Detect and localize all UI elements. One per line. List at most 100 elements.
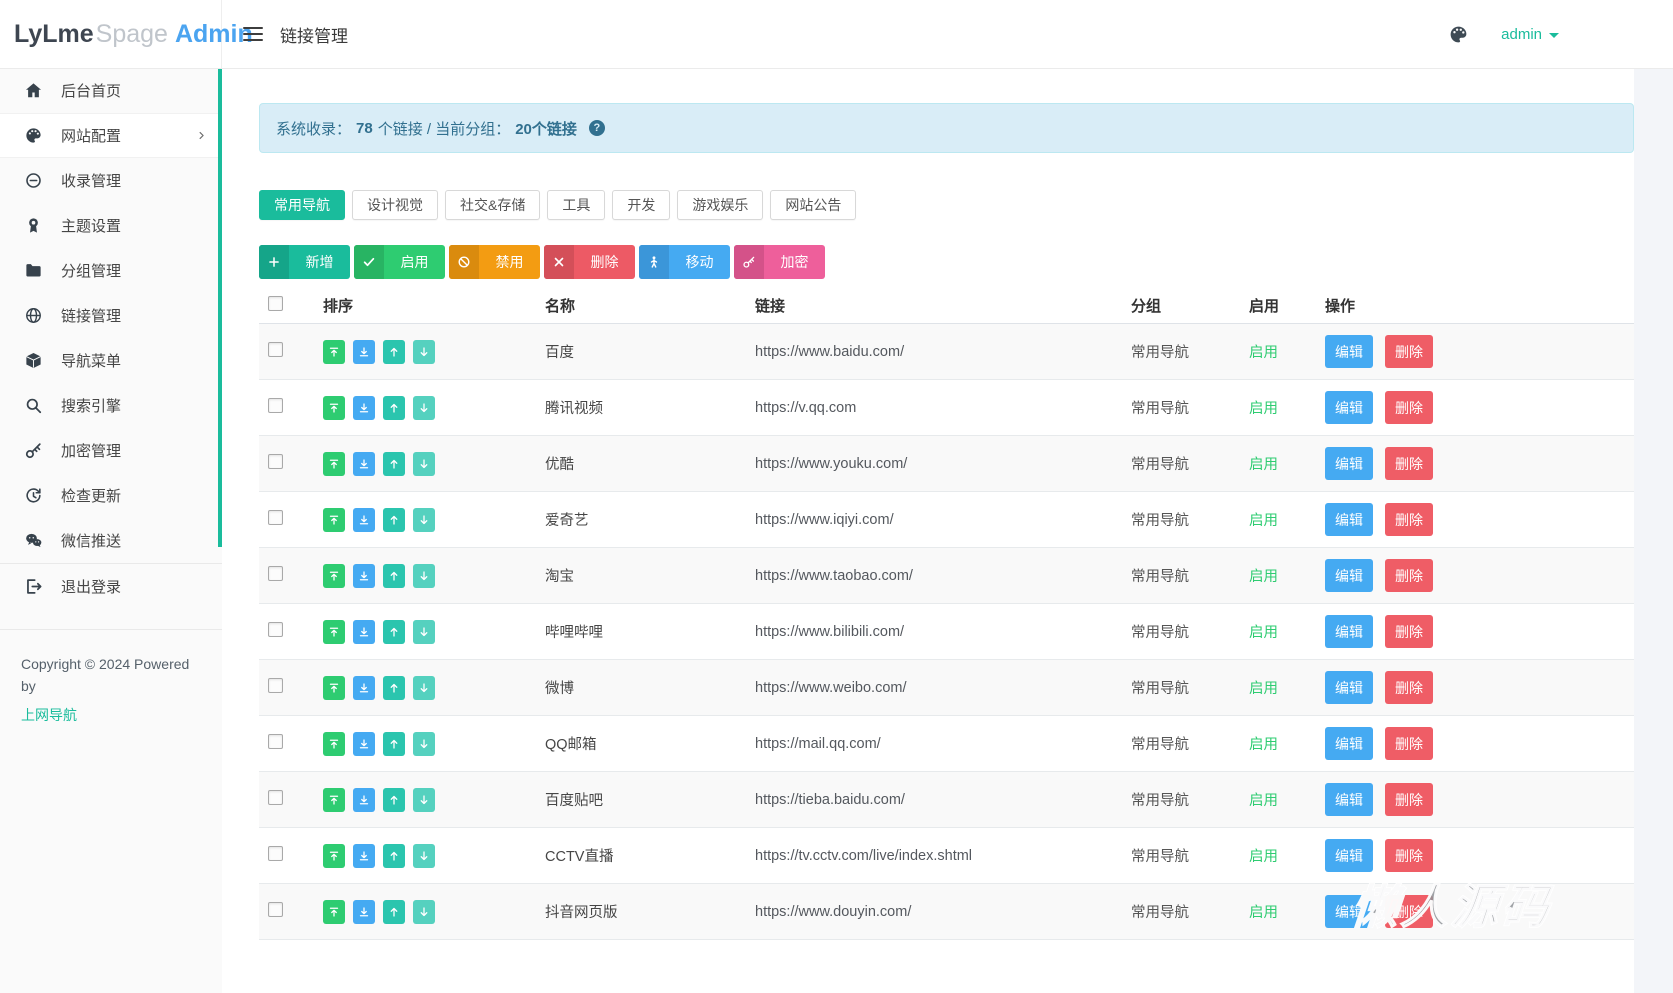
delete-button[interactable]: 删除 bbox=[1385, 559, 1433, 592]
move-bottom-button[interactable] bbox=[353, 452, 375, 476]
move-down-button[interactable] bbox=[413, 508, 435, 532]
tab-社交&存储[interactable]: 社交&存储 bbox=[445, 190, 540, 220]
tab-工具[interactable]: 工具 bbox=[547, 190, 605, 220]
sidebar-item-cube[interactable]: 导航菜单 bbox=[0, 338, 222, 383]
delete-button[interactable]: 删除 bbox=[1385, 447, 1433, 480]
edit-button[interactable]: 编辑 bbox=[1325, 391, 1373, 424]
question-circle-icon[interactable]: ? bbox=[589, 120, 605, 136]
move-up-button[interactable] bbox=[383, 508, 405, 532]
move-bottom-button[interactable] bbox=[353, 732, 375, 756]
edit-button[interactable]: 编辑 bbox=[1325, 671, 1373, 704]
move-top-button[interactable] bbox=[323, 900, 345, 924]
select-all-checkbox[interactable] bbox=[268, 296, 283, 311]
sidebar-item-folder[interactable]: 分组管理 bbox=[0, 248, 222, 293]
delete-button[interactable]: 删除 bbox=[1385, 727, 1433, 760]
copyright-link[interactable]: 上网导航 bbox=[21, 705, 77, 727]
edit-button[interactable]: 编辑 bbox=[1325, 839, 1373, 872]
delete-button[interactable]: 删除 bbox=[1385, 895, 1433, 928]
move-bottom-button[interactable] bbox=[353, 900, 375, 924]
move-down-button[interactable] bbox=[413, 452, 435, 476]
tab-设计视觉[interactable]: 设计视觉 bbox=[352, 190, 438, 220]
row-checkbox[interactable] bbox=[268, 790, 283, 805]
move-up-button[interactable] bbox=[383, 564, 405, 588]
delete-button[interactable]: 删除 bbox=[1385, 783, 1433, 816]
move-top-button[interactable] bbox=[323, 788, 345, 812]
row-checkbox[interactable] bbox=[268, 622, 283, 637]
move-top-button[interactable] bbox=[323, 620, 345, 644]
edit-button[interactable]: 编辑 bbox=[1325, 727, 1373, 760]
move-bottom-button[interactable] bbox=[353, 844, 375, 868]
move-up-button[interactable] bbox=[383, 844, 405, 868]
tab-游戏娱乐[interactable]: 游戏娱乐 bbox=[677, 190, 763, 220]
sidebar-item-home[interactable]: 后台首页 bbox=[0, 68, 222, 113]
move-down-button[interactable] bbox=[413, 396, 435, 420]
sidebar-item-award[interactable]: 主题设置 bbox=[0, 203, 222, 248]
move-top-button[interactable] bbox=[323, 732, 345, 756]
edit-button[interactable]: 编辑 bbox=[1325, 895, 1373, 928]
tab-常用导航[interactable]: 常用导航 bbox=[259, 190, 345, 220]
move-bottom-button[interactable] bbox=[353, 676, 375, 700]
move-bottom-button[interactable] bbox=[353, 340, 375, 364]
row-checkbox[interactable] bbox=[268, 734, 283, 749]
delete-button[interactable]: 删除 bbox=[1385, 335, 1433, 368]
move-down-button[interactable] bbox=[413, 340, 435, 364]
sidebar-item-wechat[interactable]: 微信推送 bbox=[0, 518, 222, 563]
move-down-button[interactable] bbox=[413, 676, 435, 700]
sidebar-item-logout[interactable]: 退出登录 bbox=[0, 563, 222, 608]
delete-button[interactable]: 删除 bbox=[1385, 839, 1433, 872]
move-down-button[interactable] bbox=[413, 788, 435, 812]
edit-button[interactable]: 编辑 bbox=[1325, 615, 1373, 648]
edit-button[interactable]: 编辑 bbox=[1325, 783, 1373, 816]
move-up-button[interactable] bbox=[383, 620, 405, 644]
move-top-button[interactable] bbox=[323, 676, 345, 700]
sidebar-item-update[interactable]: 检查更新 bbox=[0, 473, 222, 518]
move-down-button[interactable] bbox=[413, 844, 435, 868]
encrypt-button[interactable]: 加密 bbox=[734, 245, 825, 279]
palette-icon[interactable] bbox=[1448, 24, 1469, 45]
move-up-button[interactable] bbox=[383, 396, 405, 420]
move-top-button[interactable] bbox=[323, 452, 345, 476]
disable-button[interactable]: 禁用 bbox=[449, 245, 540, 279]
move-top-button[interactable] bbox=[323, 508, 345, 532]
move-top-button[interactable] bbox=[323, 564, 345, 588]
delete-button[interactable]: 删除 bbox=[1385, 615, 1433, 648]
sidebar-scrollbar[interactable] bbox=[218, 69, 222, 547]
row-checkbox[interactable] bbox=[268, 566, 283, 581]
edit-button[interactable]: 编辑 bbox=[1325, 559, 1373, 592]
move-bottom-button[interactable] bbox=[353, 788, 375, 812]
move-button[interactable]: 移动 bbox=[639, 245, 730, 279]
move-up-button[interactable] bbox=[383, 788, 405, 812]
move-top-button[interactable] bbox=[323, 844, 345, 868]
move-top-button[interactable] bbox=[323, 396, 345, 420]
edit-button[interactable]: 编辑 bbox=[1325, 503, 1373, 536]
move-bottom-button[interactable] bbox=[353, 620, 375, 644]
row-checkbox[interactable] bbox=[268, 398, 283, 413]
row-checkbox[interactable] bbox=[268, 510, 283, 525]
move-up-button[interactable] bbox=[383, 340, 405, 364]
move-bottom-button[interactable] bbox=[353, 396, 375, 420]
add-button[interactable]: 新增 bbox=[259, 245, 350, 279]
tab-开发[interactable]: 开发 bbox=[612, 190, 670, 220]
row-checkbox[interactable] bbox=[268, 846, 283, 861]
sidebar-item-palette[interactable]: 网站配置 bbox=[0, 113, 222, 158]
move-up-button[interactable] bbox=[383, 676, 405, 700]
move-up-button[interactable] bbox=[383, 900, 405, 924]
sidebar-item-globe[interactable]: 链接管理 bbox=[0, 293, 222, 338]
move-down-button[interactable] bbox=[413, 564, 435, 588]
edit-button[interactable]: 编辑 bbox=[1325, 335, 1373, 368]
enable-button[interactable]: 启用 bbox=[354, 245, 445, 279]
move-bottom-button[interactable] bbox=[353, 564, 375, 588]
delete-button[interactable]: 删除 bbox=[1385, 671, 1433, 704]
row-checkbox[interactable] bbox=[268, 454, 283, 469]
move-down-button[interactable] bbox=[413, 732, 435, 756]
move-up-button[interactable] bbox=[383, 452, 405, 476]
delete-button[interactable]: 删除 bbox=[1385, 503, 1433, 536]
row-checkbox[interactable] bbox=[268, 902, 283, 917]
sidebar-item-search[interactable]: 搜索引擎 bbox=[0, 383, 222, 428]
user-dropdown[interactable]: admin bbox=[1501, 26, 1559, 43]
move-up-button[interactable] bbox=[383, 732, 405, 756]
edit-button[interactable]: 编辑 bbox=[1325, 447, 1373, 480]
move-top-button[interactable] bbox=[323, 340, 345, 364]
sidebar-item-link[interactable]: 收录管理 bbox=[0, 158, 222, 203]
move-down-button[interactable] bbox=[413, 620, 435, 644]
